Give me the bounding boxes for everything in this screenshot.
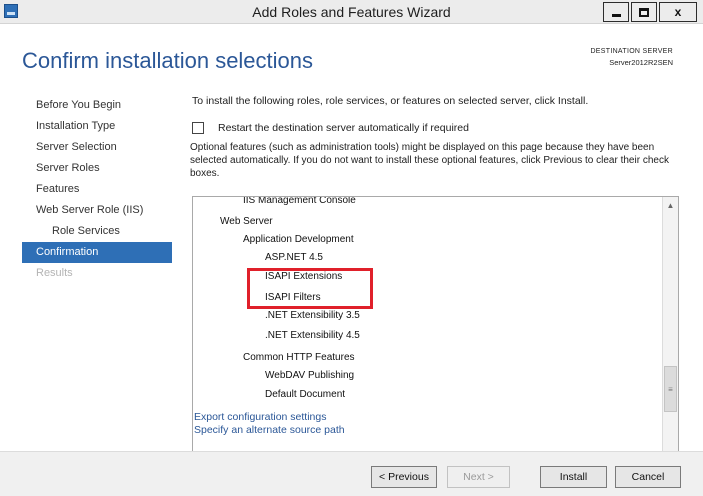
window-controls: x — [603, 2, 697, 22]
alternate-source-link[interactable]: Specify an alternate source path — [194, 424, 345, 437]
window-title: Add Roles and Features Wizard — [252, 4, 451, 20]
nav-server-roles[interactable]: Server Roles — [22, 158, 172, 179]
page-title: Confirm installation selections — [22, 48, 314, 73]
feature-item: .NET Extensibility 4.5 — [265, 330, 360, 341]
cancel-button[interactable]: Cancel — [615, 466, 681, 488]
feature-item: IIS Management Console — [243, 197, 356, 206]
destination-server-name: Server2012R2SEN — [609, 58, 673, 67]
feature-item: Web Server — [220, 216, 273, 227]
maximize-button[interactable] — [631, 2, 657, 22]
features-scrollbar[interactable]: ▲ ≡ ▼ — [662, 197, 678, 491]
wizard-steps-nav: Before You Begin Installation Type Serve… — [22, 95, 172, 284]
nav-confirmation[interactable]: Confirmation — [22, 242, 172, 263]
feature-item: Common HTTP Features — [243, 352, 355, 363]
nav-results: Results — [36, 267, 73, 279]
optional-features-note: Optional features (such as administratio… — [190, 142, 669, 179]
feature-item: WebDAV Publishing — [265, 370, 355, 381]
feature-item: Default Document — [265, 389, 346, 400]
features-list-viewport: IIS Management Console Web Server Applic… — [193, 197, 663, 491]
scroll-thumb[interactable]: ≡ — [664, 366, 677, 412]
next-button: Next > — [447, 466, 510, 488]
minimize-button[interactable] — [603, 2, 629, 22]
restart-label[interactable]: Restart the destination server automatic… — [218, 122, 469, 134]
install-button[interactable]: Install — [540, 466, 607, 488]
nav-web-server-role[interactable]: Web Server Role (IIS) — [22, 200, 172, 221]
restart-option[interactable]: Restart the destination server automatic… — [192, 122, 469, 134]
export-configuration-link[interactable]: Export configuration settings — [194, 411, 345, 424]
feature-item: Application Development — [243, 234, 354, 245]
previous-button[interactable]: < Previous — [371, 466, 437, 488]
wizard-header: Confirm installation selections DESTINAT… — [0, 24, 703, 88]
intro-text: To install the following roles, role ser… — [192, 95, 589, 107]
links-section: Export configuration settings Specify an… — [194, 411, 345, 437]
restart-checkbox[interactable] — [192, 122, 204, 134]
scroll-up-icon[interactable]: ▲ — [663, 197, 678, 213]
close-button[interactable]: x — [659, 2, 697, 22]
destination-server-label: DESTINATION SERVER — [590, 48, 673, 55]
main-content: To install the following roles, role ser… — [190, 95, 682, 492]
nav-before-you-begin[interactable]: Before You Begin — [22, 95, 172, 116]
close-icon: x — [674, 5, 682, 19]
nav-server-selection[interactable]: Server Selection — [22, 137, 172, 158]
nav-role-services[interactable]: Role Services — [22, 221, 172, 242]
title-bar[interactable]: Add Roles and Features Wizard x — [0, 0, 703, 24]
red-highlight-box — [247, 268, 373, 309]
maximize-icon — [639, 7, 649, 17]
nav-features[interactable]: Features — [22, 179, 172, 200]
nav-installation-type[interactable]: Installation Type — [22, 116, 172, 137]
minimize-icon — [611, 13, 621, 17]
feature-item: ASP.NET 4.5 — [265, 252, 323, 263]
wizard-footer: < Previous Next > Install Cancel — [0, 451, 703, 496]
feature-item: .NET Extensibility 3.5 — [265, 310, 360, 321]
selected-features-list[interactable]: IIS Management Console Web Server Applic… — [192, 196, 679, 492]
